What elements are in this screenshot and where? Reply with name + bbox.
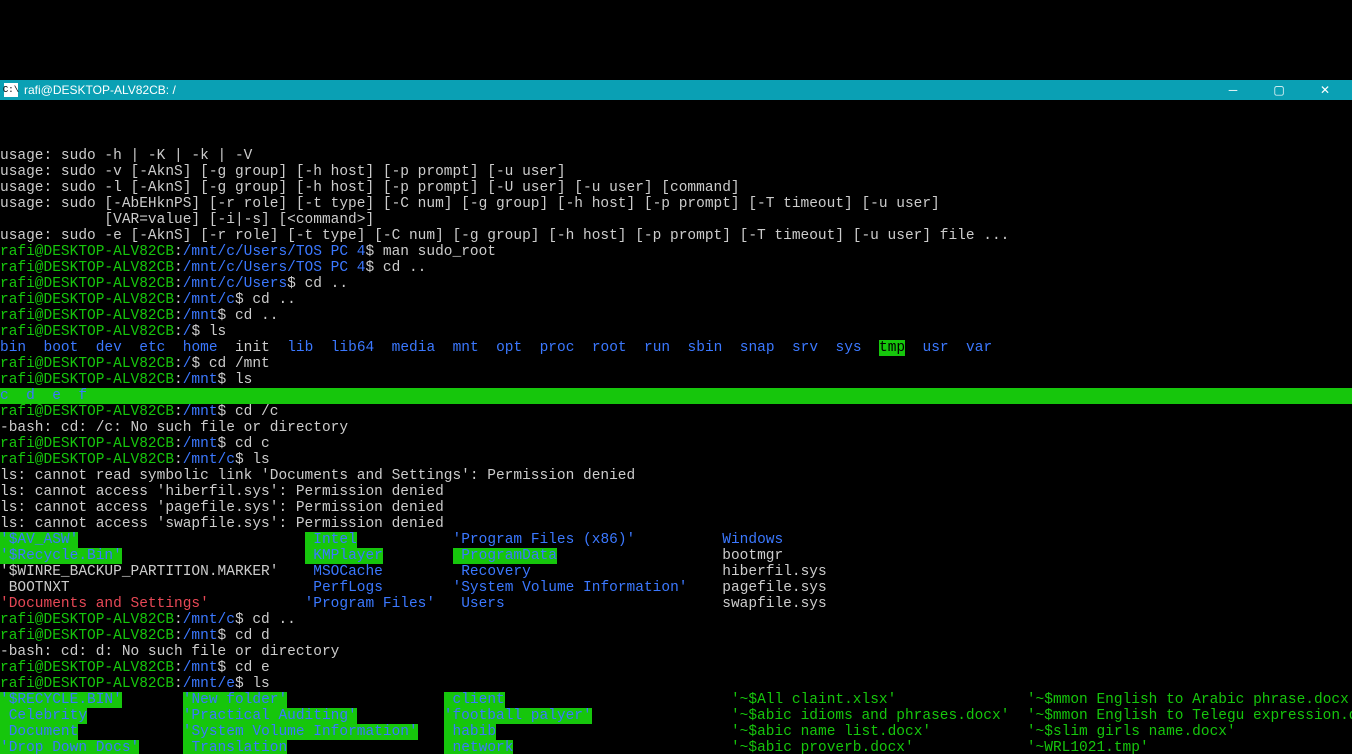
ls-table: '$AV_ASW' Intel 'Program Files (x86)' Wi… (0, 532, 827, 612)
command: ls (252, 676, 269, 692)
prompt-user: rafi@DESKTOP-ALV82CB (0, 260, 174, 276)
terminal-area[interactable]: usage: sudo -h | -K | -k | -V usage: sud… (0, 132, 1352, 754)
prompt-user: rafi@DESKTOP-ALV82CB (0, 628, 174, 644)
usage-line: usage: sudo -v [-AknS] [-g group] [-h ho… (0, 164, 566, 180)
prompt-user: rafi@DESKTOP-ALV82CB (0, 404, 174, 420)
prompt-path: /mnt (183, 372, 218, 388)
ls-item: opt (496, 340, 522, 356)
usage-line: usage: sudo -l [-AknS] [-g group] [-h ho… (0, 180, 740, 196)
command: cd .. (383, 260, 427, 276)
error-line: ls: cannot access 'swapfile.sys': Permis… (0, 516, 444, 532)
prompt-user: rafi@DESKTOP-ALV82CB (0, 676, 174, 692)
usage-line: [VAR=value] [-i|-s] [<command>] (0, 212, 374, 228)
ls-table: '$RECYCLE.BIN' 'New folder' client '~$Al… (0, 692, 1352, 754)
command: man sudo_root (383, 244, 496, 260)
prompt-user: rafi@DESKTOP-ALV82CB (0, 244, 174, 260)
maximize-button[interactable]: ▢ (1256, 80, 1302, 100)
ls-item: tmp (879, 340, 905, 356)
command: cd e (235, 660, 270, 676)
prompt-path: /mnt (183, 404, 218, 420)
error-line: ls: cannot read symbolic link 'Documents… (0, 468, 635, 484)
ls-item: sbin (688, 340, 723, 356)
ls-item: proc (540, 340, 575, 356)
ls-item: init (235, 340, 270, 356)
ls-item: lib64 (331, 340, 375, 356)
command: cd .. (252, 612, 296, 628)
prompt-path: /mnt/e (183, 676, 235, 692)
error-line: ls: cannot access 'hiberfil.sys': Permis… (0, 484, 444, 500)
prompt-path: /mnt (183, 308, 218, 324)
prompt-user: rafi@DESKTOP-ALV82CB (0, 436, 174, 452)
prompt-path: /mnt/c (183, 292, 235, 308)
command: cd d (235, 628, 270, 644)
prompt-user: rafi@DESKTOP-ALV82CB (0, 660, 174, 676)
prompt-path: /mnt/c/Users/TOS PC 4 (183, 260, 366, 276)
ls-item: media (392, 340, 436, 356)
prompt-user: rafi@DESKTOP-ALV82CB (0, 276, 174, 292)
command: cd .. (252, 292, 296, 308)
prompt-user: rafi@DESKTOP-ALV82CB (0, 452, 174, 468)
ls-item: etc (139, 340, 165, 356)
prompt-user: rafi@DESKTOP-ALV82CB (0, 356, 174, 372)
error-line: -bash: cd: /c: No such file or directory (0, 420, 348, 436)
prompt-user: rafi@DESKTOP-ALV82CB (0, 612, 174, 628)
ls-item: snap (740, 340, 775, 356)
command: cd /mnt (209, 356, 270, 372)
command: ls (252, 452, 269, 468)
highlighted-row: c d e f (0, 388, 1352, 404)
usage-line: usage: sudo -e [-AknS] [-r role] [-t typ… (0, 228, 1009, 244)
prompt-user: rafi@DESKTOP-ALV82CB (0, 308, 174, 324)
ls-item: dev (96, 340, 122, 356)
prompt-path: /mnt/c/Users/TOS PC 4 (183, 244, 366, 260)
command: ls (209, 324, 226, 340)
ls-item: home (183, 340, 218, 356)
ls-item: run (644, 340, 670, 356)
ls-item: mnt (453, 340, 479, 356)
ls-item: usr (923, 340, 949, 356)
cmd-icon: C:\ (4, 83, 18, 97)
error-line: ls: cannot access 'pagefile.sys': Permis… (0, 500, 444, 516)
command: cd /c (235, 404, 279, 420)
window-titlebar: C:\ rafi@DESKTOP-ALV82CB: / ─ ▢ ✕ (0, 80, 1352, 100)
error-line: -bash: cd: d: No such file or directory (0, 644, 339, 660)
command: cd .. (305, 276, 349, 292)
command: cd .. (235, 308, 279, 324)
prompt-path: /mnt/c (183, 612, 235, 628)
command: ls (235, 372, 252, 388)
prompt-path: /mnt/c/Users (183, 276, 287, 292)
minimize-button[interactable]: ─ (1210, 80, 1256, 100)
command: cd c (235, 436, 270, 452)
prompt-user: rafi@DESKTOP-ALV82CB (0, 324, 174, 340)
prompt-user: rafi@DESKTOP-ALV82CB (0, 372, 174, 388)
close-button[interactable]: ✕ (1302, 80, 1348, 100)
prompt-path: /mnt/c (183, 452, 235, 468)
window-title: rafi@DESKTOP-ALV82CB: / (24, 82, 176, 98)
prompt-path: /mnt (183, 436, 218, 452)
ls-item: srv (792, 340, 818, 356)
ls-item: lib (287, 340, 313, 356)
ls-item: root (592, 340, 627, 356)
ls-item: bin (0, 340, 26, 356)
ls-item: var (966, 340, 992, 356)
ls-item: boot (44, 340, 79, 356)
prompt-user: rafi@DESKTOP-ALV82CB (0, 292, 174, 308)
usage-line: usage: sudo [-AbEHknPS] [-r role] [-t ty… (0, 196, 940, 212)
prompt-path: /mnt (183, 628, 218, 644)
prompt-path: /mnt (183, 660, 218, 676)
usage-line: usage: sudo -h | -K | -k | -V (0, 148, 252, 164)
ls-item: sys (836, 340, 862, 356)
